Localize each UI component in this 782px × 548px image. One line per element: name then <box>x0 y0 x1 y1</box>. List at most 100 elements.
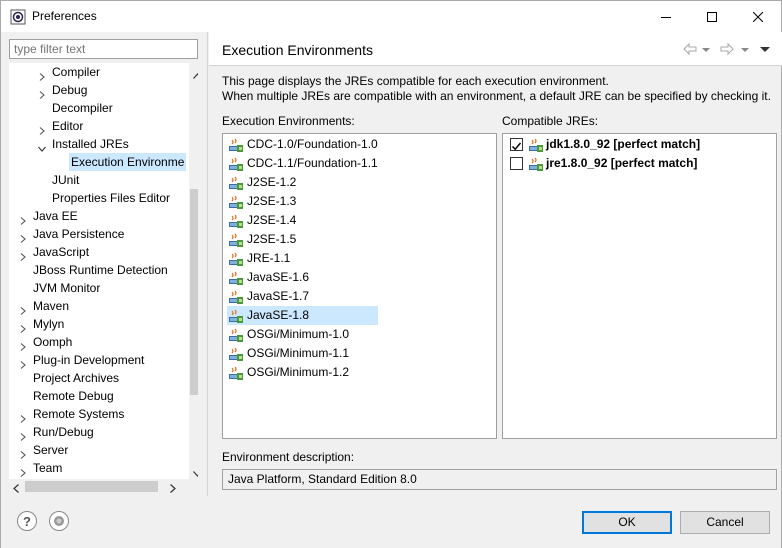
jre-library-icon <box>228 327 244 343</box>
environment-list-item[interactable]: J2SE-1.4 <box>227 211 467 230</box>
title-bar: Preferences <box>1 1 781 32</box>
back-arrow-icon[interactable] <box>682 41 698 57</box>
tree-scroll-thumb[interactable] <box>190 189 198 395</box>
chevron-down-icon[interactable] <box>38 140 46 152</box>
execution-environments-list[interactable]: CDC-1.0/Foundation-1.0 CDC-1.1/Foundation… <box>222 133 497 439</box>
tree-item[interactable]: Properties Files Editor <box>9 189 181 207</box>
help-glyph: ? <box>23 513 31 529</box>
tree-horizontal-scrollbar[interactable] <box>9 479 181 494</box>
environment-label: J2SE-1.3 <box>247 194 297 208</box>
scroll-left-arrow-icon[interactable] <box>13 482 19 496</box>
chevron-right-icon[interactable] <box>38 122 46 135</box>
close-button[interactable] <box>735 1 781 32</box>
tree-item[interactable]: Run/Debug <box>9 423 181 441</box>
chevron-right-icon[interactable] <box>19 446 27 459</box>
tree-item[interactable]: Team <box>9 459 181 477</box>
jre-library-icon <box>228 289 244 305</box>
page-header: Execution Environments <box>209 32 782 66</box>
tree-item[interactable]: Decompiler <box>9 99 181 117</box>
checkbox-unchecked[interactable] <box>510 157 523 170</box>
forward-dropdown-icon[interactable] <box>741 41 751 57</box>
tree-item[interactable]: Debug <box>9 81 181 99</box>
minimize-button[interactable] <box>643 1 689 32</box>
chevron-right-icon[interactable] <box>38 68 46 81</box>
environment-list-item[interactable]: JavaSE-1.6 <box>227 268 467 287</box>
jre-list-item[interactable]: jdk1.8.0_92 [perfect match] <box>509 135 769 154</box>
chevron-right-icon[interactable] <box>19 212 27 225</box>
environment-label: JRE-1.1 <box>247 251 291 265</box>
scroll-right-arrow-icon[interactable] <box>170 482 176 496</box>
environment-list-item[interactable]: JavaSE-1.7 <box>227 287 467 306</box>
environment-list-item[interactable]: OSGi/Minimum-1.0 <box>227 325 467 344</box>
chevron-right-icon[interactable] <box>19 248 27 261</box>
environment-list-item[interactable]: JavaSE-1.8 <box>227 306 378 325</box>
tree-item[interactable]: Editor <box>9 117 181 135</box>
environment-list-item[interactable]: OSGi/Minimum-1.1 <box>227 344 467 363</box>
compatible-jres-list[interactable]: jdk1.8.0_92 [perfect match] jre1.8.0_92 [… <box>502 133 777 439</box>
tree-item[interactable]: Compiler <box>9 63 181 81</box>
tree-item[interactable]: Java EE <box>9 207 181 225</box>
tree-item[interactable]: Mylyn <box>9 315 181 333</box>
pane-divider[interactable] <box>207 32 208 496</box>
cancel-button[interactable]: Cancel <box>680 511 770 534</box>
chevron-right-icon[interactable] <box>19 410 27 423</box>
tree-item-label: Editor <box>52 119 84 133</box>
page-title: Execution Environments <box>222 42 373 58</box>
scroll-up-arrow-icon[interactable] <box>193 68 198 82</box>
jre-library-icon <box>228 194 244 210</box>
chevron-right-icon[interactable] <box>19 464 27 477</box>
tree-item[interactable]: JBoss Runtime Detection <box>9 261 181 279</box>
tree-item[interactable]: Execution Environme <box>9 153 187 171</box>
tree-item[interactable]: JUnit <box>9 171 181 189</box>
chevron-right-icon[interactable] <box>19 302 27 315</box>
chevron-right-icon[interactable] <box>38 86 46 99</box>
filter-input[interactable] <box>9 39 198 59</box>
preference-tree[interactable]: Compiler Debug Decompiler Editor Installed J… <box>9 63 198 479</box>
environment-label: J2SE-1.5 <box>247 232 297 246</box>
tree-item[interactable]: Installed JREs <box>9 135 181 153</box>
environment-list-item[interactable]: J2SE-1.5 <box>227 230 467 249</box>
tree-item[interactable]: Remote Systems <box>9 405 181 423</box>
tree-item[interactable]: JVM Monitor <box>9 279 181 297</box>
chevron-right-icon[interactable] <box>19 356 27 369</box>
environment-list-item[interactable]: CDC-1.0/Foundation-1.0 <box>227 135 467 154</box>
help-icon[interactable]: ? <box>17 511 37 531</box>
maximize-button[interactable] <box>689 1 735 32</box>
ok-button[interactable]: OK <box>582 511 672 534</box>
scroll-down-arrow-icon[interactable] <box>193 466 198 479</box>
tree-item[interactable]: Maven <box>9 297 181 315</box>
environment-label: JavaSE-1.6 <box>247 270 310 284</box>
chevron-right-icon[interactable] <box>19 428 27 441</box>
environment-label: OSGi/Minimum-1.1 <box>247 346 350 360</box>
jre-label: jre1.8.0_92 [perfect match] <box>546 156 698 170</box>
tree-item[interactable]: Server <box>9 441 181 459</box>
view-menu-icon[interactable] <box>760 41 772 57</box>
jre-list-item[interactable]: jre1.8.0_92 [perfect match] <box>509 154 769 173</box>
environment-list-item[interactable]: JRE-1.1 <box>227 249 467 268</box>
back-dropdown-icon[interactable] <box>702 41 712 57</box>
chevron-right-icon[interactable] <box>19 338 27 351</box>
tree-item-label: Properties Files Editor <box>52 191 171 205</box>
tree-item[interactable]: JavaScript <box>9 243 181 261</box>
environment-list-item[interactable]: J2SE-1.2 <box>227 173 467 192</box>
chevron-right-icon[interactable] <box>19 320 27 333</box>
environment-list-item[interactable]: J2SE-1.3 <box>227 192 467 211</box>
chevron-right-icon[interactable] <box>19 230 27 243</box>
checkbox-checked[interactable] <box>510 138 523 151</box>
tree-item[interactable]: Remote Debug <box>9 387 181 405</box>
tree-item[interactable]: Project Archives <box>9 369 181 387</box>
environment-list-item[interactable]: CDC-1.1/Foundation-1.1 <box>227 154 467 173</box>
tree-item-label: Plug-in Development <box>33 353 145 367</box>
tree-item[interactable]: Plug-in Development <box>9 351 181 369</box>
import-export-icon[interactable] <box>49 511 69 531</box>
jre-label: jdk1.8.0_92 [perfect match] <box>546 137 701 151</box>
tree-hscroll-thumb[interactable] <box>25 481 158 492</box>
forward-arrow-icon[interactable] <box>719 41 735 57</box>
description-line-1: This page displays the JREs compatible f… <box>222 74 609 88</box>
tree-item[interactable]: Oomph <box>9 333 181 351</box>
tree-vertical-scrollbar[interactable] <box>189 63 198 479</box>
tree-item-label: Run/Debug <box>33 425 94 439</box>
environment-list-item[interactable]: OSGi/Minimum-1.2 <box>227 363 467 382</box>
tree-item-label: JUnit <box>52 173 80 187</box>
tree-item[interactable]: Java Persistence <box>9 225 181 243</box>
